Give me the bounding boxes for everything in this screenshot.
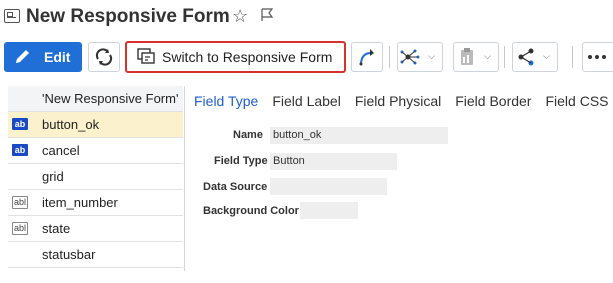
- tab-field-css[interactable]: Field CSS: [545, 93, 608, 109]
- field-type-field[interactable]: Button: [270, 153, 397, 170]
- textbox-field-icon: abl: [12, 196, 28, 209]
- clipboard-icon: [461, 48, 473, 65]
- data-source-label: Data Source: [203, 181, 268, 193]
- list-item-label: button_ok: [42, 117, 100, 132]
- list-item[interactable]: abl item_number: [8, 190, 183, 216]
- clipboard-menu-button[interactable]: ⌵: [453, 42, 499, 72]
- data-source-field[interactable]: [270, 178, 387, 195]
- chevron-down-icon: ⌵: [428, 51, 435, 61]
- list-item-label: statusbar: [42, 247, 96, 262]
- background-color-label: Background Color: [203, 205, 299, 217]
- textbox-field-icon: abl: [12, 222, 28, 235]
- column-divider: [184, 86, 185, 271]
- more-horizontal-icon: [588, 55, 606, 59]
- list-header: 'New Responsive Form': [8, 86, 183, 112]
- share-icon: [518, 48, 534, 66]
- list-item[interactable]: statusbar: [8, 242, 183, 268]
- field-type-label: Field Type: [214, 155, 268, 167]
- edit-button[interactable]: Edit: [4, 42, 82, 72]
- form-icon: [4, 9, 20, 23]
- tab-field-type[interactable]: Field Type: [194, 93, 258, 109]
- list-item-label: cancel: [42, 143, 80, 158]
- switch-label: Switch to Responsive Form: [162, 49, 333, 65]
- pencil-icon: [16, 50, 29, 63]
- list-item[interactable]: ab button_ok: [8, 112, 183, 138]
- nodes-menu-button[interactable]: ⌵: [397, 42, 443, 72]
- toolbar-divider: [504, 46, 505, 68]
- list-item[interactable]: abl state: [8, 216, 183, 242]
- refresh-icon: [95, 48, 113, 66]
- chevron-down-icon: ⌵: [484, 51, 491, 61]
- tab-field-physical[interactable]: Field Physical: [355, 93, 441, 109]
- list-item-label: item_number: [42, 195, 118, 210]
- list-item-label: grid: [42, 169, 64, 184]
- more-button[interactable]: [582, 42, 613, 72]
- page-title: New Responsive Form: [26, 6, 230, 27]
- star-outline-icon[interactable]: ☆: [232, 6, 248, 27]
- list-item[interactable]: grid: [8, 164, 183, 190]
- nodes-icon: [400, 49, 420, 65]
- toolbar-divider: [572, 46, 573, 68]
- name-label: Name: [233, 129, 263, 141]
- share-menu-button[interactable]: ⌵: [512, 42, 558, 72]
- field-list: 'New Responsive Form' ab button_ok ab ca…: [8, 86, 183, 268]
- chevron-down-icon: ⌵: [543, 51, 550, 61]
- switch-to-responsive-form-button[interactable]: Switch to Responsive Form: [125, 41, 346, 73]
- list-header-label: 'New Responsive Form': [42, 91, 179, 106]
- responsive-form-icon: [137, 48, 155, 64]
- flag-outline-icon[interactable]: [260, 8, 274, 22]
- curved-arrow-icon: [359, 49, 374, 66]
- tab-field-label[interactable]: Field Label: [272, 93, 341, 109]
- redo-button[interactable]: [351, 42, 383, 72]
- property-tabs: Field Type Field Label Field Physical Field…: [194, 93, 613, 109]
- tab-field-border[interactable]: Field Border: [455, 93, 531, 109]
- edit-label: Edit: [44, 49, 71, 65]
- list-item-label: state: [42, 221, 71, 236]
- refresh-button[interactable]: [88, 42, 120, 72]
- toolbar-divider: [389, 46, 390, 68]
- name-field[interactable]: button_ok: [270, 127, 448, 144]
- background-color-field[interactable]: [300, 202, 358, 219]
- button-field-icon: ab: [12, 144, 28, 156]
- list-item[interactable]: ab cancel: [8, 138, 183, 164]
- button-field-icon: ab: [12, 118, 28, 130]
